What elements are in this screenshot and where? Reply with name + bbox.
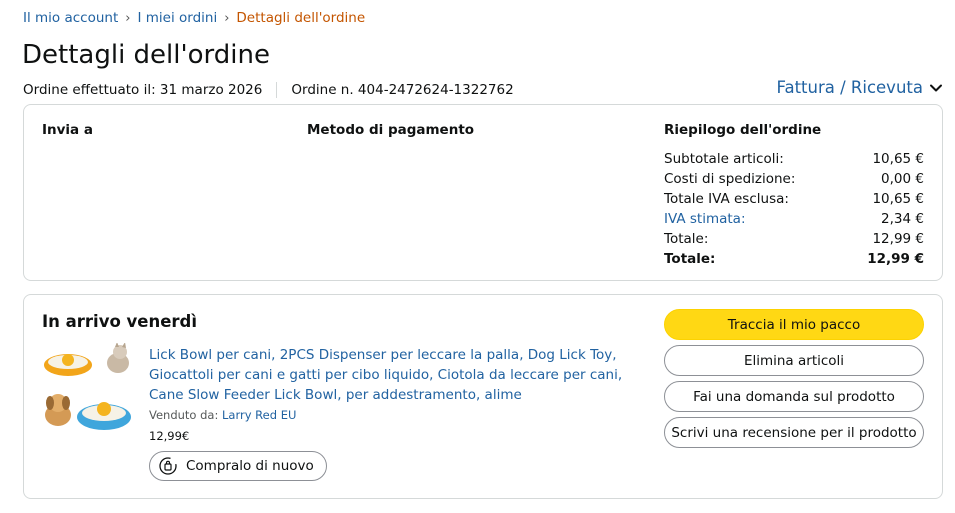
summary-value: 12,99 € — [867, 251, 924, 267]
breadcrumb-my-orders[interactable]: I miei ordini — [137, 10, 217, 26]
chevron-down-icon — [930, 84, 942, 91]
buy-again-button[interactable]: Compralo di nuovo — [149, 451, 327, 481]
page-title: Dettagli dell'ordine — [22, 40, 270, 70]
breadcrumb-current: Dettagli dell'ordine — [236, 10, 366, 26]
summary-value: 0,00 € — [881, 171, 924, 187]
invoice-link-label: Fattura / Ricevuta — [776, 78, 923, 97]
summary-value: 10,65 € — [872, 191, 924, 207]
delete-items-button[interactable]: Elimina articoli — [664, 345, 924, 376]
order-summary-list: Subtotale articoli: 10,65 € Costi di spe… — [664, 149, 924, 269]
summary-label: Totale: — [664, 231, 709, 247]
summary-value: 10,65 € — [872, 151, 924, 167]
shipment-card: In arrivo venerdì Lick Bowl per cani, 2P… — [23, 294, 943, 499]
write-review-button[interactable]: Scrivi una recensione per il prodotto — [664, 417, 924, 448]
order-meta: Ordine effettuato il: 31 marzo 2026 Ordi… — [23, 82, 514, 98]
rebuy-icon — [159, 457, 177, 475]
ask-product-question-button[interactable]: Fai una domanda sul prodotto — [664, 381, 924, 412]
summary-label: Subtotale articoli: — [664, 151, 784, 167]
arrival-status: In arrivo venerdì — [42, 312, 198, 331]
invoice-dropdown[interactable]: Fattura / Ricevuta — [776, 78, 943, 97]
summary-label: Totale IVA esclusa: — [664, 191, 789, 207]
summary-line-total: Totale: 12,99 € — [664, 229, 924, 249]
estimated-vat-link[interactable]: IVA stimata: — [664, 209, 746, 229]
sold-by: Venduto da: Larry Red EU — [149, 408, 296, 422]
breadcrumb: Il mio account › I miei ordini › Dettagl… — [23, 10, 365, 26]
summary-line-grand-total: Totale: 12,99 € — [664, 249, 924, 269]
seller-link[interactable]: Larry Red EU — [222, 408, 296, 422]
summary-value: 2,34 € — [881, 211, 924, 227]
order-summary-heading: Riepilogo dell'ordine — [664, 122, 822, 138]
track-package-button[interactable]: Traccia il mio pacco — [664, 309, 924, 340]
ship-to-heading: Invia a — [42, 122, 93, 138]
product-title-link[interactable]: Lick Bowl per cani, 2PCS Dispenser per l… — [149, 345, 639, 405]
sold-by-label: Venduto da: — [149, 408, 219, 422]
order-number: Ordine n. 404-2472624-1322762 — [291, 82, 514, 98]
summary-line-estimated-vat: IVA stimata: 2,34 € — [664, 209, 924, 229]
summary-label: Totale: — [664, 251, 716, 267]
summary-line-subtotal: Subtotale articoli: 10,65 € — [664, 149, 924, 169]
summary-line-total-excl-vat: Totale IVA esclusa: 10,65 € — [664, 189, 924, 209]
summary-value: 12,99 € — [872, 231, 924, 247]
breadcrumb-separator: › — [125, 10, 131, 26]
summary-line-shipping: Costi di spedizione: 0,00 € — [664, 169, 924, 189]
breadcrumb-separator: › — [224, 10, 230, 26]
item-price: 12,99€ — [149, 429, 190, 443]
product-image[interactable] — [42, 343, 134, 435]
breadcrumb-my-account[interactable]: Il mio account — [23, 10, 118, 26]
order-date: Ordine effettuato il: 31 marzo 2026 — [23, 82, 263, 98]
order-summary-card: Invia a Metodo di pagamento Riepilogo de… — [23, 104, 943, 281]
meta-divider — [276, 82, 278, 98]
buy-again-label: Compralo di nuovo — [186, 458, 314, 474]
payment-method-heading: Metodo di pagamento — [307, 122, 475, 138]
summary-label: Costi di spedizione: — [664, 171, 796, 187]
